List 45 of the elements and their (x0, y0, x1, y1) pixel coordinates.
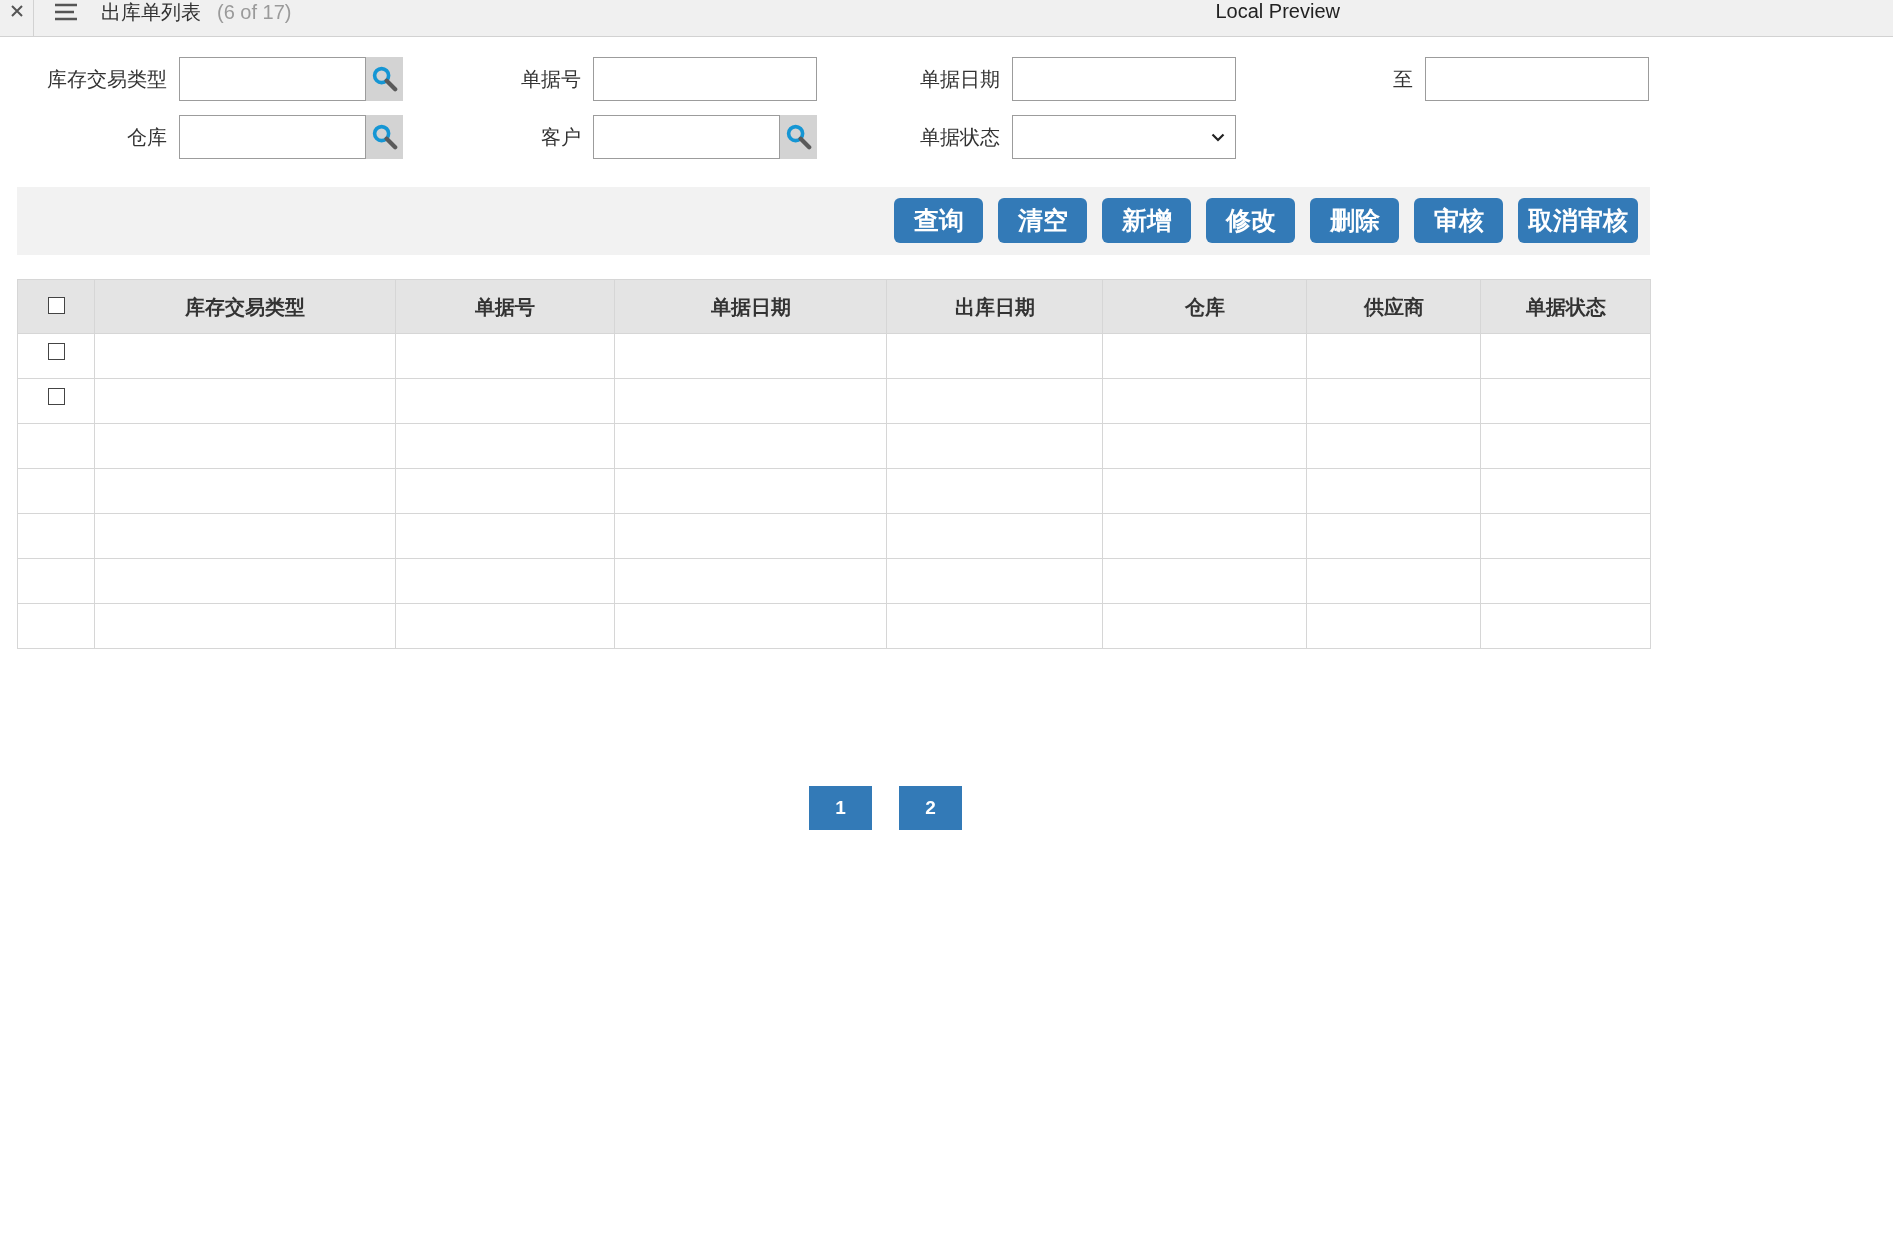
input-field[interactable] (179, 115, 366, 159)
column-header: 库存交易类型 (94, 279, 396, 334)
search-icon (371, 66, 398, 92)
toolbar-button[interactable]: 审核 (1414, 198, 1503, 243)
toolbar-button[interactable]: 修改 (1206, 198, 1295, 243)
column-header: 单据状态 (1480, 279, 1651, 334)
input-field[interactable] (1425, 57, 1649, 101)
page-button[interactable]: 2 (899, 786, 962, 830)
toolbar-button[interactable]: 清空 (998, 198, 1087, 243)
checkbox[interactable] (47, 388, 65, 405)
column-header: 供应商 (1306, 279, 1481, 334)
field-label: 库存交易类型 (47, 67, 167, 92)
input-field[interactable] (593, 115, 780, 159)
search-button[interactable] (366, 57, 403, 101)
record-position: (6 of 17) (217, 0, 292, 24)
toolbar-button[interactable]: 查询 (894, 198, 983, 243)
column-header: 出库日期 (886, 279, 1103, 334)
search-icon (371, 124, 398, 150)
page-title: 出库单列表 (101, 0, 201, 24)
column-header: 单据号 (395, 279, 615, 334)
field-label: 单据日期 (920, 67, 1000, 92)
field-label: 仓库 (127, 125, 167, 150)
toolbar-button[interactable]: 取消审核 (1518, 198, 1638, 243)
field-label: 客户 (541, 125, 581, 150)
search-button[interactable] (366, 115, 403, 159)
field-label: 至 (1393, 67, 1413, 92)
input-field[interactable] (593, 57, 817, 101)
chevron-down-icon (1211, 132, 1225, 142)
menu-icon[interactable] (55, 3, 77, 21)
column-header: 仓库 (1102, 279, 1307, 334)
field-label: 单据号 (521, 67, 581, 92)
checkbox[interactable] (47, 343, 65, 360)
field-label: 单据状态 (920, 125, 1000, 150)
search-button[interactable] (780, 115, 817, 159)
search-icon (785, 124, 812, 150)
input-field[interactable] (1012, 57, 1236, 101)
preview-label: Local Preview (1215, 0, 1340, 22)
toolbar-button[interactable]: 删除 (1310, 198, 1399, 243)
column-header: 单据日期 (614, 279, 887, 334)
close-icon[interactable] (10, 5, 23, 17)
input-field[interactable] (179, 57, 366, 101)
toolbar-button[interactable]: 新增 (1102, 198, 1191, 243)
page-button[interactable]: 1 (809, 786, 872, 830)
checkbox[interactable] (47, 296, 65, 314)
select-field[interactable] (1012, 115, 1236, 159)
